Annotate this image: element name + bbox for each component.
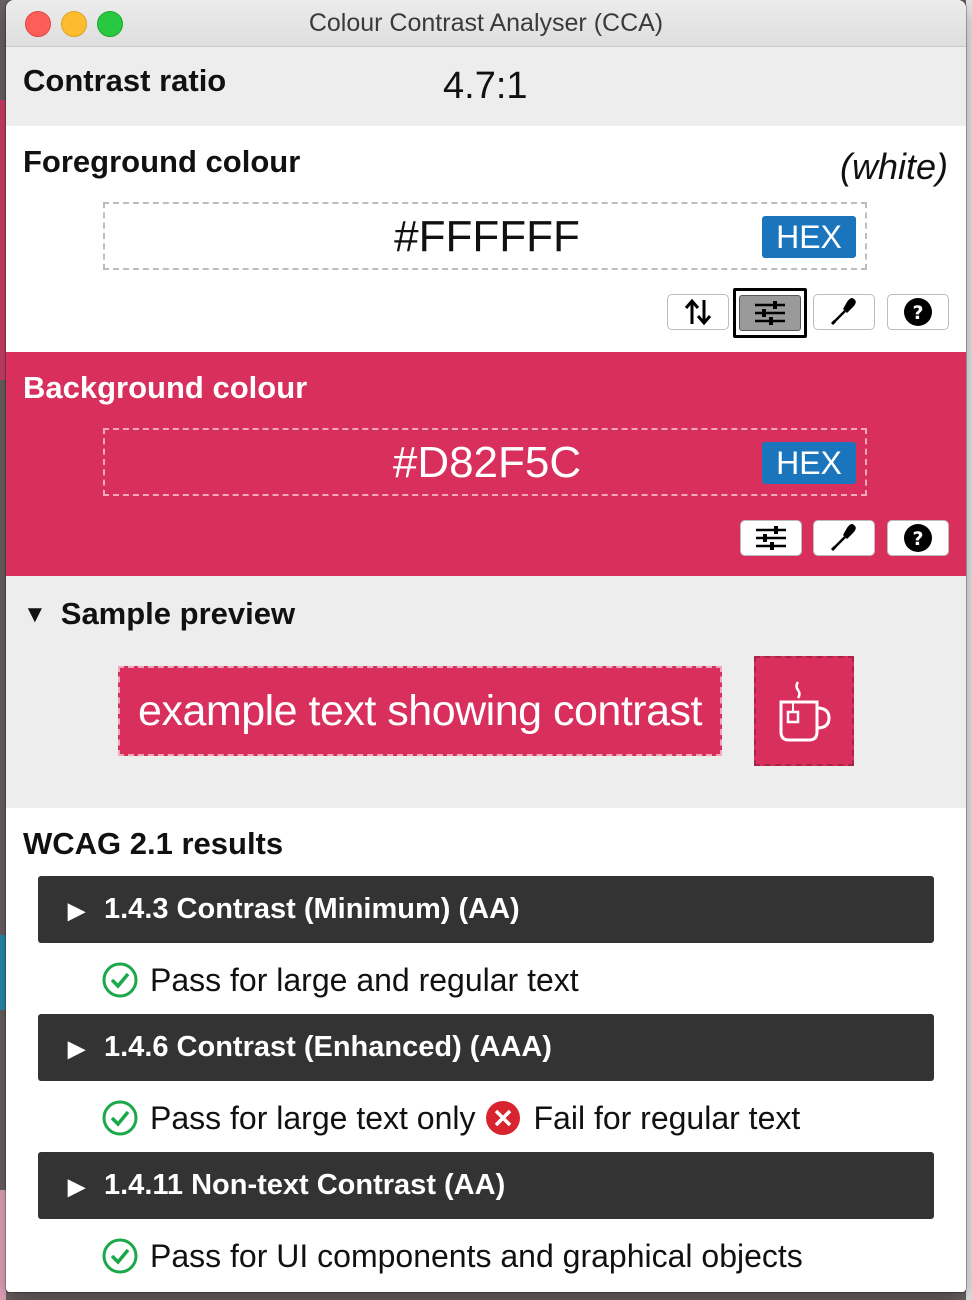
criterion-1-4-6-toggle[interactable]: ▶ 1.4.6 Contrast (Enhanced) (AAA) (38, 1014, 934, 1081)
sample-preview-toggle[interactable]: ▼ Sample preview (23, 596, 295, 632)
wcag-results-label: WCAG 2.1 results (23, 826, 284, 861)
pass-check-icon (102, 1238, 138, 1274)
background-help-button[interactable]: ? (887, 520, 949, 556)
sliders-icon (756, 526, 786, 550)
background-sliders-button[interactable] (740, 520, 802, 556)
foreground-colour-name: (white) (839, 146, 948, 187)
foreground-section: Foreground colour (white) #FFFFFF HEX ? (6, 126, 966, 352)
result-text: Pass for UI components and graphical obj… (150, 1237, 803, 1274)
desktop-background-right (966, 0, 972, 1300)
criterion-label: 1.4.6 Contrast (Enhanced) (AAA) (104, 1031, 552, 1063)
sliders-icon (755, 301, 785, 325)
app-window: Colour Contrast Analyser (CCA) Contrast … (6, 0, 966, 1292)
result-text: Pass for large and regular text (150, 961, 579, 998)
sample-text-preview: example text showing contrast (118, 666, 722, 756)
title-bar[interactable]: Colour Contrast Analyser (CCA) (6, 0, 966, 47)
coffee-mug-icon (779, 681, 831, 742)
result-text: Pass for large text only (150, 1099, 476, 1136)
background-label: Background colour (23, 370, 308, 405)
disclosure-closed-icon: ▶ (68, 1036, 85, 1061)
help-icon: ? (904, 524, 932, 552)
foreground-sliders-button[interactable] (733, 288, 807, 338)
criterion-label: 1.4.3 Contrast (Minimum) (AA) (104, 893, 520, 925)
sample-preview-section: ▼ Sample preview example text showing con… (6, 576, 966, 808)
criterion-1-4-6-result: Pass for large text only Fail for regula… (102, 1096, 800, 1140)
criterion-1-4-3-result: Pass for large and regular text (102, 958, 579, 1002)
pass-check-icon (102, 1100, 138, 1136)
background-hex-value[interactable]: #D82F5C (105, 438, 869, 488)
pass-check-icon (102, 962, 138, 998)
criterion-1-4-11-result: Pass for UI components and graphical obj… (102, 1234, 803, 1278)
sample-icon-preview (754, 656, 854, 766)
foreground-label: Foreground colour (23, 144, 301, 179)
sample-preview-label: Sample preview (60, 596, 296, 631)
contrast-ratio-value: 4.7:1 (443, 65, 528, 107)
background-section: Background colour #D82F5C HEX ? (6, 352, 966, 576)
disclosure-closed-icon: ▶ (68, 1174, 85, 1199)
background-hex-input[interactable]: #D82F5C HEX (103, 428, 867, 496)
contrast-ratio-section: Contrast ratio 4.7:1 (6, 47, 966, 126)
contrast-ratio-label: Contrast ratio (23, 63, 227, 98)
wcag-results-section: WCAG 2.1 results ▶ 1.4.3 Contrast (Minim… (6, 808, 966, 1292)
svg-text:?: ? (912, 528, 923, 550)
fail-cross-icon (486, 1101, 521, 1135)
eyedropper-icon (830, 298, 856, 326)
criterion-1-4-3-toggle[interactable]: ▶ 1.4.3 Contrast (Minimum) (AA) (38, 876, 934, 943)
criterion-1-4-11-toggle[interactable]: ▶ 1.4.11 Non-text Contrast (AA) (38, 1152, 934, 1219)
disclosure-closed-icon: ▶ (68, 898, 85, 923)
disclosure-open-icon: ▼ (23, 601, 47, 628)
swap-colours-button[interactable] (667, 294, 729, 330)
eyedropper-icon (830, 524, 856, 552)
result-text: Fail for regular text (533, 1099, 801, 1136)
foreground-hex-value[interactable]: #FFFFFF (105, 212, 869, 262)
criterion-label: 1.4.11 Non-text Contrast (AA) (104, 1169, 506, 1201)
help-icon: ? (904, 298, 932, 326)
foreground-eyedropper-button[interactable] (813, 294, 875, 330)
foreground-hex-input[interactable]: #FFFFFF HEX (103, 202, 867, 270)
swap-icon (684, 298, 712, 326)
background-format-button[interactable]: HEX (762, 442, 856, 484)
svg-text:?: ? (912, 302, 923, 324)
background-eyedropper-button[interactable] (813, 520, 875, 556)
foreground-format-button[interactable]: HEX (762, 216, 856, 258)
foreground-help-button[interactable]: ? (887, 294, 949, 330)
window-title: Colour Contrast Analyser (CCA) (308, 9, 664, 37)
